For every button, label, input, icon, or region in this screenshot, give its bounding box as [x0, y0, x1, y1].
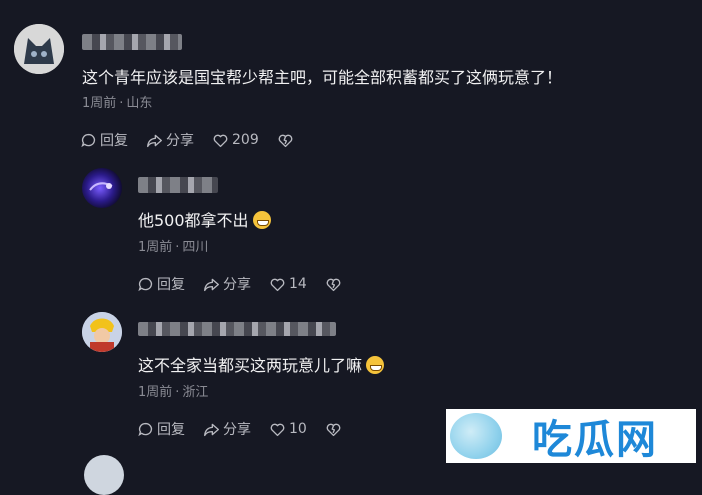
comment-meta: 1周前 · 山东 [82, 92, 152, 111]
share-label: 分享 [166, 133, 194, 149]
meta-separator: · [175, 240, 180, 255]
comment-actions: 回复 分享 10 [137, 419, 363, 439]
reply-button[interactable]: 回复 [137, 274, 185, 294]
comment-meta: 1周前 · 四川 [138, 236, 208, 255]
dislike-icon [326, 278, 341, 291]
share-icon [204, 423, 219, 436]
heart-icon [213, 134, 228, 147]
like-button[interactable]: 209 [212, 132, 259, 149]
comment-icon [138, 422, 153, 436]
avatar[interactable] [82, 312, 122, 352]
emoji-icon [252, 211, 271, 229]
like-count: 14 [289, 276, 307, 292]
comment-text-body: 他500都拿不出 [138, 211, 249, 230]
watermark-logo-icon [450, 413, 502, 459]
meta-separator: · [119, 96, 124, 111]
comment-actions: 回复 分享 14 [137, 274, 363, 294]
comment-text: 这个青年应该是国宝帮少帮主吧，可能全部积蓄都买了这俩玩意了！ [82, 68, 563, 87]
dislike-button[interactable] [325, 421, 345, 438]
comment-text: 这不全家当都买这两玩意儿了嘛 [138, 352, 385, 376]
reply-label: 回复 [157, 277, 185, 293]
comment-text-body: 这不全家当都买这两玩意儿了嘛 [138, 356, 363, 375]
like-count: 209 [232, 132, 259, 148]
reply-button[interactable]: 回复 [80, 130, 128, 150]
like-count: 10 [289, 421, 307, 437]
username-blurred[interactable] [138, 322, 336, 336]
comment-text: 他500都拿不出 [138, 207, 271, 231]
like-button[interactable]: 10 [269, 421, 307, 438]
dislike-icon [326, 423, 341, 436]
watermark-text: 吃瓜网 [532, 417, 658, 463]
avatar[interactable] [84, 455, 124, 495]
heart-icon [270, 423, 285, 436]
like-button[interactable]: 14 [269, 276, 307, 293]
dislike-icon [278, 134, 293, 147]
share-icon [147, 134, 162, 147]
share-label: 分享 [223, 422, 251, 438]
watermark: 吃瓜网 [446, 409, 696, 463]
comment-time: 1周前 [138, 240, 173, 255]
avatar[interactable] [82, 168, 122, 208]
dislike-button[interactable] [325, 276, 345, 293]
emoji-icon [366, 356, 385, 374]
reply-button[interactable]: 回复 [137, 419, 185, 439]
comment-meta: 1周前 · 浙江 [138, 381, 208, 400]
meta-separator: · [175, 385, 180, 400]
share-button[interactable]: 分享 [146, 130, 194, 150]
avatar[interactable] [14, 24, 64, 74]
comment-icon [81, 133, 96, 147]
comment-time: 1周前 [82, 96, 117, 111]
comment-location: 浙江 [182, 385, 209, 400]
heart-icon [270, 278, 285, 291]
username-blurred[interactable] [138, 177, 218, 193]
comment-time: 1周前 [138, 385, 173, 400]
comment-location: 山东 [126, 96, 153, 111]
reply-label: 回复 [100, 133, 128, 149]
share-label: 分享 [223, 277, 251, 293]
share-button[interactable]: 分享 [203, 419, 251, 439]
comment-icon [138, 277, 153, 291]
share-icon [204, 278, 219, 291]
username-blurred[interactable] [82, 34, 182, 50]
share-button[interactable]: 分享 [203, 274, 251, 294]
dislike-button[interactable] [277, 132, 297, 149]
comment-actions: 回复 分享 209 [80, 130, 315, 150]
comment-location: 四川 [182, 240, 209, 255]
reply-label: 回复 [157, 422, 185, 438]
